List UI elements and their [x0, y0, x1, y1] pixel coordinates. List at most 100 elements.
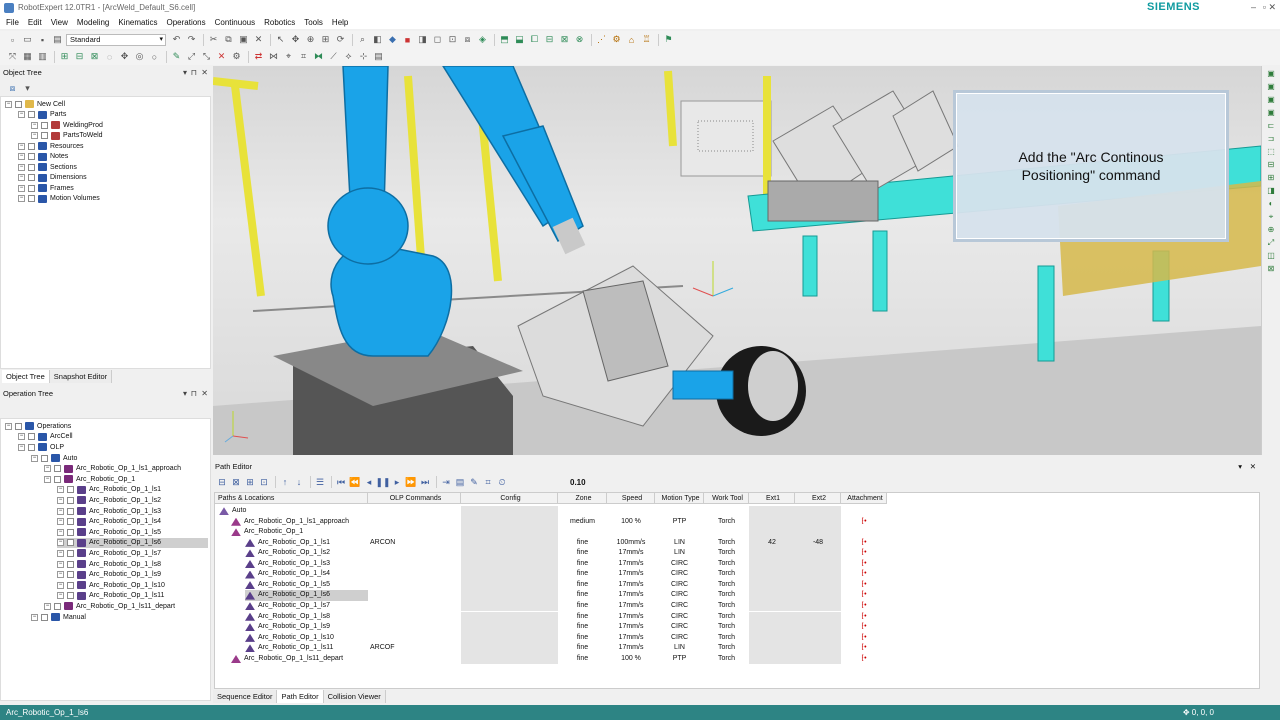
customize-columns-icon[interactable]: ☰: [314, 476, 326, 488]
grid-cell-work-tool[interactable]: Torch: [704, 517, 749, 528]
grid-cell-ext2[interactable]: [795, 632, 841, 644]
menu-edit[interactable]: Edit: [28, 18, 42, 27]
new-icon[interactable]: ▫: [6, 34, 19, 46]
grid-cell-ext1[interactable]: [749, 558, 795, 570]
visibility-checkbox[interactable]: [28, 163, 35, 171]
maximize-button[interactable]: ▫: [1263, 2, 1266, 12]
grid-cell-ext2[interactable]: [795, 590, 841, 601]
grid-cell-attachment[interactable]: [841, 527, 887, 538]
expand-toggle-icon[interactable]: −: [57, 528, 64, 536]
visibility-checkbox[interactable]: [54, 475, 61, 483]
grid-cell-speed[interactable]: 100mm/s: [607, 538, 655, 549]
tree-item[interactable]: − PartsToWeld: [31, 131, 208, 142]
grid-cell-config[interactable]: [461, 527, 558, 538]
grid-cell-speed[interactable]: 17mm/s: [607, 622, 655, 633]
visibility-checkbox[interactable]: [41, 132, 48, 140]
visibility-checkbox[interactable]: [15, 100, 22, 108]
expand-toggle-icon[interactable]: −: [57, 496, 64, 504]
visibility-checkbox[interactable]: [28, 153, 35, 161]
expand-toggle-icon[interactable]: −: [57, 571, 64, 579]
layer-icon[interactable]: ▥: [36, 51, 49, 63]
grid-cell-olp-commands[interactable]: ARCOF: [368, 643, 461, 654]
expand-toggle-icon[interactable]: −: [31, 454, 38, 462]
pan-icon[interactable]: ✥: [289, 34, 302, 46]
undo-icon[interactable]: ↶: [170, 34, 183, 46]
grid-cell-attachment[interactable]: ⁅•: [841, 643, 887, 654]
visibility-checkbox[interactable]: [28, 111, 35, 119]
path-location-row[interactable]: Arc_Robotic_Op_1_ls9: [245, 622, 368, 633]
path-icon[interactable]: ⋰: [595, 34, 608, 46]
grid-cell-ext2[interactable]: [795, 653, 841, 665]
mirror-icon[interactable]: ⧈: [461, 34, 474, 46]
expand-toggle-icon[interactable]: −: [18, 433, 25, 441]
arrows-icon[interactable]: ⇄: [252, 51, 265, 63]
grid-cell-olp-commands[interactable]: [368, 559, 461, 570]
tree-item[interactable]: − Arc_Robotic_Op_1_ls5: [57, 527, 208, 538]
grid-cell-olp-commands[interactable]: [368, 527, 461, 538]
column-header[interactable]: Zone: [558, 493, 607, 504]
grid-cell-attachment[interactable]: ⁅•: [841, 517, 887, 528]
path-location-row[interactable]: Arc_Robotic_Op_1_ls5: [245, 580, 368, 591]
perspective-icon[interactable]: ⊞: [1265, 173, 1277, 183]
path-location-row[interactable]: Arc_Robotic_Op_1: [231, 527, 368, 538]
view-iso-icon[interactable]: ⬚: [1265, 147, 1277, 157]
grid-cell-ext2[interactable]: -48: [795, 537, 841, 549]
path-location-row[interactable]: Arc_Robotic_Op_1_ls11_depart: [231, 654, 368, 665]
search-icon[interactable]: ⌕: [356, 34, 369, 46]
tree-item[interactable]: − WeldingProd: [31, 120, 208, 131]
attachment-icon[interactable]: ⁅•: [861, 602, 866, 609]
grid-cell-ext1[interactable]: [749, 590, 795, 601]
menu-modeling[interactable]: Modeling: [77, 18, 109, 27]
menu-operations[interactable]: Operations: [166, 18, 205, 27]
expand-toggle-icon[interactable]: −: [57, 581, 64, 589]
visibility-checkbox[interactable]: [28, 195, 35, 203]
visibility-checkbox[interactable]: [67, 507, 74, 515]
attachment-icon[interactable]: ⁅•: [861, 613, 866, 620]
color-icon[interactable]: ◈: [476, 34, 489, 46]
visibility-checkbox[interactable]: [41, 613, 48, 621]
visibility-checkbox[interactable]: [67, 528, 74, 536]
tree-item[interactable]: − Arc_Robotic_Op_1_ls1: [57, 485, 208, 496]
expand-toggle-icon[interactable]: −: [18, 163, 25, 171]
attachment-icon[interactable]: ⁅•: [861, 560, 866, 567]
visibility-checkbox[interactable]: [28, 174, 35, 182]
snap-icon[interactable]: ⧠: [528, 34, 541, 46]
grid-cell-speed[interactable]: 17mm/s: [607, 559, 655, 570]
kinematic-icon[interactable]: ⚙: [610, 34, 623, 46]
op-close-icon[interactable]: ✕: [201, 388, 208, 400]
view-bottom-icon[interactable]: ▣: [1265, 108, 1277, 118]
path-location-row[interactable]: Arc_Robotic_Op_1_ls3: [245, 559, 368, 570]
grid-cell-config[interactable]: [461, 537, 558, 549]
menu-view[interactable]: View: [51, 18, 68, 27]
grid-cell-ext2[interactable]: [795, 579, 841, 591]
op-autohide-icon[interactable]: ⊓: [191, 388, 197, 400]
grid-cell-ext2[interactable]: [795, 516, 841, 528]
visibility-checkbox[interactable]: [67, 560, 74, 568]
edit-icon[interactable]: ✎: [170, 51, 183, 63]
visibility-checkbox[interactable]: [28, 433, 35, 441]
grid-cell-attachment[interactable]: ⁅•: [841, 612, 887, 623]
delete-x-icon[interactable]: ✕: [215, 51, 228, 63]
grid-cell-motion-type[interactable]: [655, 527, 704, 538]
expand-toggle-icon[interactable]: −: [18, 142, 25, 150]
tab-object-tree[interactable]: Object Tree: [2, 370, 50, 383]
view-right-icon[interactable]: ⊐: [1265, 134, 1277, 144]
grid-cell-zone[interactable]: fine: [558, 633, 607, 644]
tab-snapshot-editor[interactable]: Snapshot Editor: [49, 370, 113, 383]
grid-cell-work-tool[interactable]: Torch: [704, 654, 749, 665]
column-header[interactable]: OLP Commands: [368, 493, 461, 504]
tree-item[interactable]: − Manual: [31, 612, 208, 623]
grid-cell-attachment[interactable]: ⁅•: [841, 580, 887, 591]
ruler-icon[interactable]: ⊠: [1265, 264, 1277, 274]
time-icon[interactable]: ⏲: [496, 476, 508, 488]
pe-pin-icon[interactable]: ▾: [1238, 461, 1242, 473]
tree-item[interactable]: − Arc_Robotic_Op_1_ls1_approach: [44, 463, 208, 474]
grid-cell-attachment[interactable]: [841, 506, 887, 517]
grid-cell-work-tool[interactable]: [704, 527, 749, 538]
attachment-icon[interactable]: ⁅•: [861, 518, 866, 525]
path-location-row[interactable]: Arc_Robotic_Op_1_ls7: [245, 601, 368, 612]
grid-cell-attachment[interactable]: ⁅•: [841, 590, 887, 601]
grid-cell-speed[interactable]: [607, 527, 655, 538]
visibility-checkbox[interactable]: [54, 465, 61, 473]
grid-cell-config[interactable]: [461, 590, 558, 601]
